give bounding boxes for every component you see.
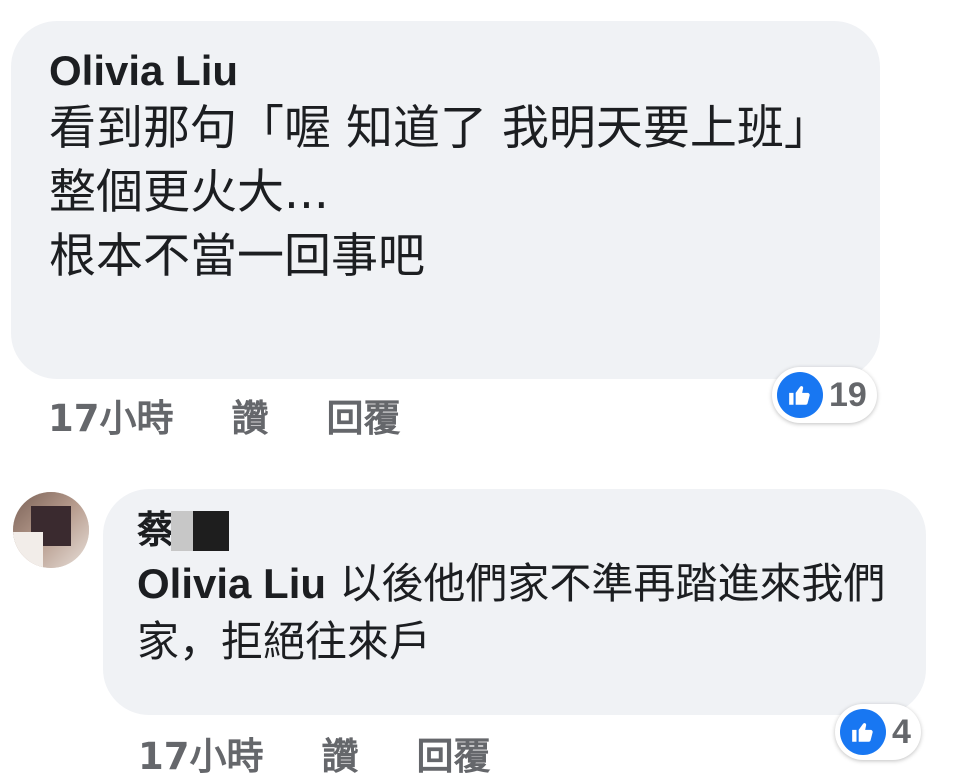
thumbs-up-icon (840, 709, 886, 755)
reaction-summary[interactable]: 19 (772, 367, 877, 423)
reply-button[interactable]: 回覆 (327, 388, 401, 442)
comment-timestamp[interactable]: 17小時 (48, 388, 174, 442)
comment-meta: 17小時 讚 回覆 (48, 388, 401, 442)
reply-author[interactable]: 蔡 (137, 507, 275, 555)
reaction-count: 19 (829, 375, 867, 414)
thumbs-up-icon (777, 372, 823, 418)
redaction-mark (193, 511, 229, 551)
reply-meta: 17小時 讚 回覆 (138, 726, 491, 780)
reply-text: Olivia Liu 以後他們家不準再踏進來我們家，拒絕往來戶 (137, 555, 897, 671)
reply-bubble: 蔡 Olivia Liu 以後他們家不準再踏進來我們家，拒絕往來戶 (103, 489, 926, 715)
reaction-count: 4 (892, 712, 911, 751)
like-button[interactable]: 讚 (322, 726, 359, 780)
comment-author[interactable]: Olivia Liu (49, 45, 850, 97)
comment-text-body: 看到那句「喔 知道了 我明天要上班」 整個更火大... 根本不當一回事吧 (49, 101, 831, 284)
like-button[interactable]: 讚 (232, 388, 269, 442)
reply-button[interactable]: 回覆 (417, 726, 491, 780)
reaction-summary[interactable]: 4 (835, 704, 921, 760)
reply-timestamp[interactable]: 17小時 (138, 726, 264, 780)
reply-author-name: 蔡 (137, 510, 176, 552)
comment-text: 看到那句「喔 知道了 我明天要上班」 整個更火大... 根本不當一回事吧 (49, 97, 849, 289)
redaction-mark (171, 511, 193, 551)
avatar[interactable] (13, 492, 89, 568)
comment-bubble: Olivia Liu 看到那句「喔 知道了 我明天要上班」 整個更火大... 根… (11, 21, 880, 379)
mention-link[interactable]: Olivia Liu (137, 560, 326, 607)
